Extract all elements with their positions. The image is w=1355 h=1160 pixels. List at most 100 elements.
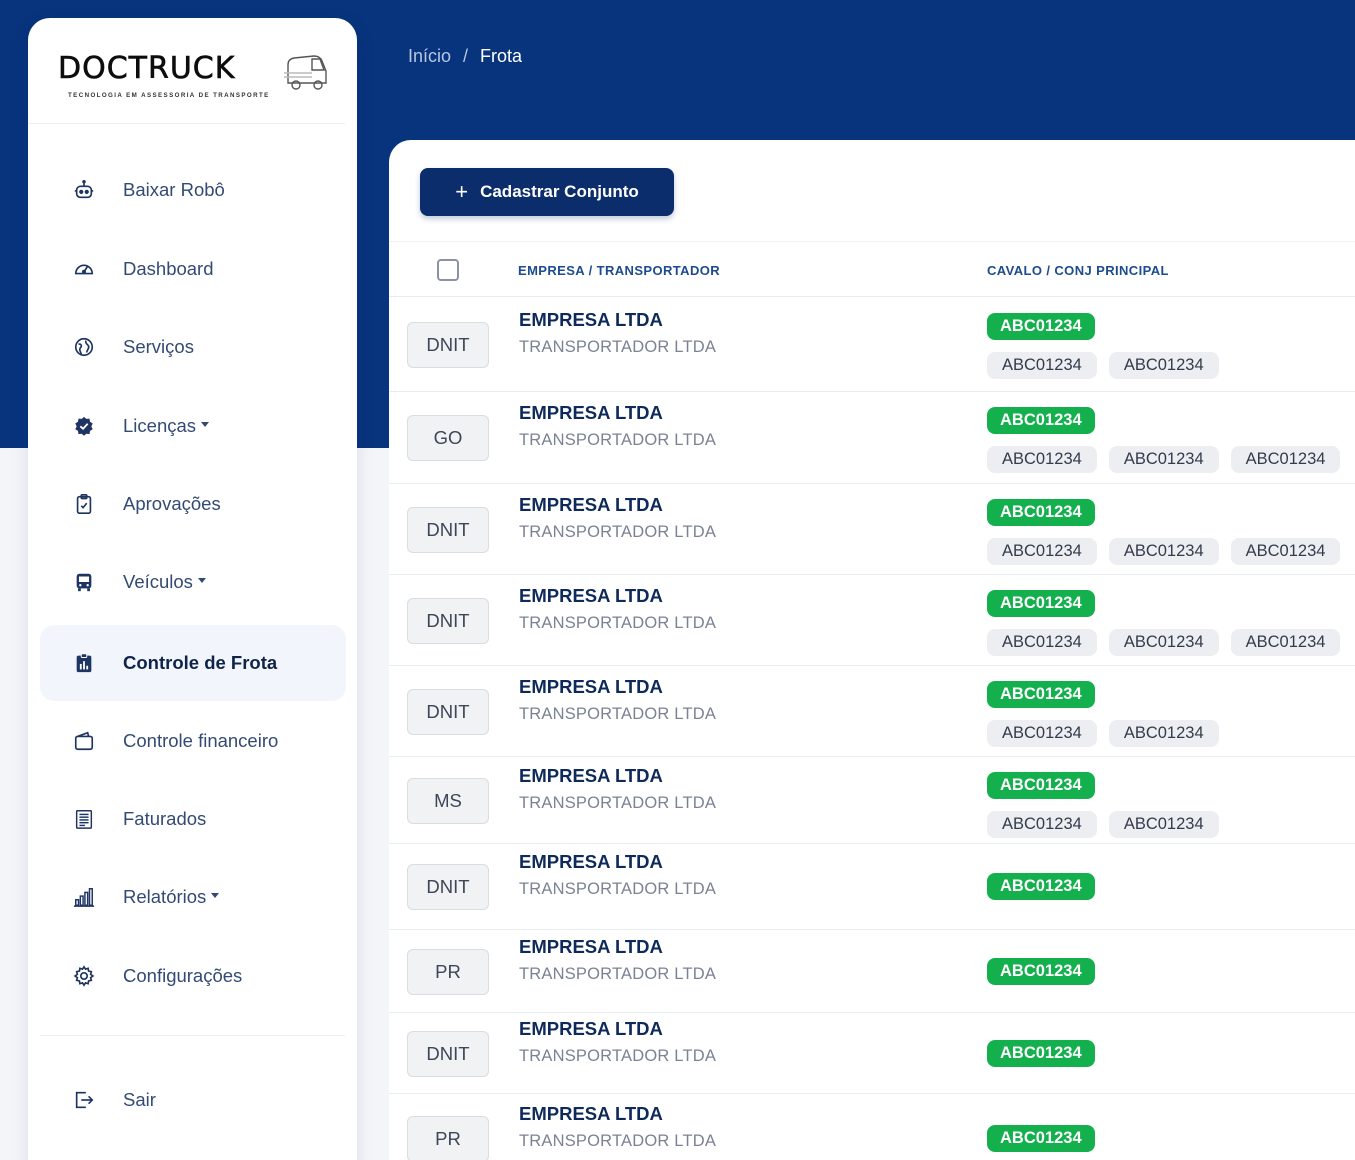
sidebar-item-faturados[interactable]: Faturados [40,781,346,857]
sidebar-item-label: Serviços [123,336,194,357]
sidebar-item-label: Configurações [123,965,243,986]
conjunto-tag[interactable]: ABC01234 [987,538,1097,565]
table-row[interactable]: DNIT EMPRESA LTDA TRANSPORTADOR LTDA ABC012… [389,844,1355,930]
sidebar-item-licencas[interactable]: Licenças [40,388,346,464]
sidebar-item-controle-de-frota[interactable]: Controle de Frota [40,625,346,701]
cavalo-principal-tag[interactable]: ABC01234 [987,772,1095,799]
select-all-checkbox[interactable] [437,259,459,281]
cavalo-principal-tag[interactable]: ABC01234 [987,1125,1095,1152]
uf-badge[interactable]: GO [407,415,489,461]
logo-tagline: TECNOLOGIA EM ASSESSORIA DE TRANSPORTE [68,91,270,99]
gear-icon [72,964,96,988]
table-row[interactable]: GO EMPRESA LTDA TRANSPORTADOR LTDA ABC01234… [389,392,1355,484]
conjunto-tag[interactable]: ABC01234 [987,352,1097,379]
sidebar-item-baixar-robo[interactable]: Baixar Robô [40,152,346,228]
transportador-name: TRANSPORTADOR LTDA [519,338,717,356]
conjunto-tag[interactable]: ABC01234 [1230,446,1341,473]
logo-wordmark: DOCTRUCK TECNOLOGIA EM ASSESSORIA DE TRA… [58,41,333,101]
conjunto-tag[interactable]: ABC01234 [1230,629,1341,656]
conjunto-tag[interactable]: ABC01234 [1108,538,1219,565]
uf-badge[interactable]: MS [407,778,489,824]
sidebar-divider [40,1035,345,1036]
empresa-name: EMPRESA LTDA [519,585,663,606]
cavalo-principal-tag[interactable]: ABC01234 [987,407,1095,434]
cavalo-principal-tag[interactable]: ABC01234 [987,313,1095,340]
sidebar-item-controle-financeiro[interactable]: Controle financeiro [40,703,346,779]
conjunto-tag[interactable]: ABC01234 [1108,629,1219,656]
conjunto-tag[interactable]: ABC01234 [987,811,1097,838]
sidebar-item-dashboard[interactable]: Dashboard [40,231,346,307]
logo[interactable]: DOCTRUCK TECNOLOGIA EM ASSESSORIA DE TRA… [28,18,345,124]
sidebar-item-configuracoes[interactable]: Configurações [40,938,346,1014]
cavalo-principal-tag[interactable]: ABC01234 [987,681,1095,708]
conjunto-tag[interactable]: ABC01234 [1108,352,1219,379]
table-row[interactable]: DNIT EMPRESA LTDA TRANSPORTADOR LTDA ABC012… [389,666,1355,757]
logout-label: Sair [123,1089,156,1110]
transportador-name: TRANSPORTADOR LTDA [519,431,717,449]
table-row[interactable]: DNIT EMPRESA LTDA TRANSPORTADOR LTDA ABC012… [389,484,1355,575]
empresa-name: EMPRESA LTDA [519,494,663,515]
conjunto-tags: ABC01234 ABC01234 [987,352,1219,379]
conjunto-tags: ABC01234 ABC01234 ABC01234 [987,446,1341,473]
column-cavalo[interactable]: CAVALO / CONJ PRINCIPAL [987,263,1169,278]
cavalo-principal-tag[interactable]: ABC01234 [987,958,1095,985]
uf-badge[interactable]: PR [407,1116,489,1160]
sidebar-item-relatorios[interactable]: Relatórios [40,859,346,935]
fleet-panel: + Cadastrar Conjunto EMPRESA / TRANSPORT… [389,140,1355,1160]
transportador-name: TRANSPORTADOR LTDA [519,1132,717,1150]
bar-chart-icon [72,885,96,909]
logout-icon [72,1088,96,1112]
sidebar-item-label: Licenças [123,415,197,436]
breadcrumb-home[interactable]: Início [408,46,451,67]
uf-badge[interactable]: DNIT [407,689,489,735]
badge-check-icon [72,414,96,438]
sidebar-item-servicos[interactable]: Serviços [40,309,346,385]
sidebar-item-label: Baixar Robô [123,179,225,200]
cavalo-principal-tag[interactable]: ABC01234 [987,873,1095,900]
empresa-name: EMPRESA LTDA [519,676,663,697]
transportador-name: TRANSPORTADOR LTDA [519,965,717,983]
sidebar-item-veiculos[interactable]: Veículos [40,544,346,620]
table-row[interactable]: DNIT EMPRESA LTDA TRANSPORTADOR LTDA ABC012… [389,298,1355,392]
table-row[interactable]: MS EMPRESA LTDA TRANSPORTADOR LTDA ABC01234… [389,757,1355,844]
table-row[interactable]: DNIT EMPRESA LTDA TRANSPORTADOR LTDA ABC012… [389,575,1355,666]
chevron-down-icon [201,421,210,427]
conjunto-tags: ABC01234 ABC01234 [987,811,1219,838]
empresa-name: EMPRESA LTDA [519,1103,663,1124]
conjunto-tag[interactable]: ABC01234 [1108,720,1219,747]
sidebar-item-aprovacoes[interactable]: Aprovações [40,466,346,542]
uf-badge[interactable]: DNIT [407,598,489,644]
transportador-name: TRANSPORTADOR LTDA [519,614,717,632]
chevron-down-icon [197,577,206,583]
add-conjunto-label: Cadastrar Conjunto [480,182,639,201]
sidebar-item-label: Dashboard [123,258,214,279]
uf-badge[interactable]: DNIT [407,864,489,910]
conjunto-tag[interactable]: ABC01234 [987,629,1097,656]
wallet-icon [72,729,96,753]
add-conjunto-button[interactable]: + Cadastrar Conjunto [420,168,674,216]
conjunto-tag[interactable]: ABC01234 [987,720,1097,747]
uf-badge[interactable]: PR [407,949,489,995]
conjunto-tag[interactable]: ABC01234 [1230,538,1341,565]
cavalo-principal-tag[interactable]: ABC01234 [987,1040,1095,1067]
cavalo-principal-tag[interactable]: ABC01234 [987,590,1095,617]
table-row[interactable]: DNIT EMPRESA LTDA TRANSPORTADOR LTDA ABC012… [389,1013,1355,1094]
conjunto-tags: ABC01234 ABC01234 ABC01234 [987,538,1341,565]
sidebar-item-label: Aprovações [123,493,221,514]
column-empresa[interactable]: EMPRESA / TRANSPORTADOR [518,263,720,278]
sidebar-item-label: Controle financeiro [123,730,279,751]
transportador-name: TRANSPORTADOR LTDA [519,523,717,541]
conjunto-tag[interactable]: ABC01234 [1108,811,1219,838]
uf-badge[interactable]: DNIT [407,1031,489,1077]
uf-badge[interactable]: DNIT [407,322,489,368]
conjunto-tag[interactable]: ABC01234 [987,446,1097,473]
cavalo-principal-tag[interactable]: ABC01234 [987,499,1095,526]
uf-badge[interactable]: DNIT [407,507,489,553]
empresa-name: EMPRESA LTDA [519,765,663,786]
transportador-name: TRANSPORTADOR LTDA [519,794,717,812]
table-row[interactable]: PR EMPRESA LTDA TRANSPORTADOR LTDA ABC01234 [389,930,1355,1013]
table-row[interactable]: PR EMPRESA LTDA TRANSPORTADOR LTDA ABC01234 [389,1094,1355,1160]
conjunto-tag[interactable]: ABC01234 [1108,446,1219,473]
sidebar: DOCTRUCK TECNOLOGIA EM ASSESSORIA DE TRA… [28,18,357,1160]
logout-button[interactable]: Sair [40,1062,346,1138]
